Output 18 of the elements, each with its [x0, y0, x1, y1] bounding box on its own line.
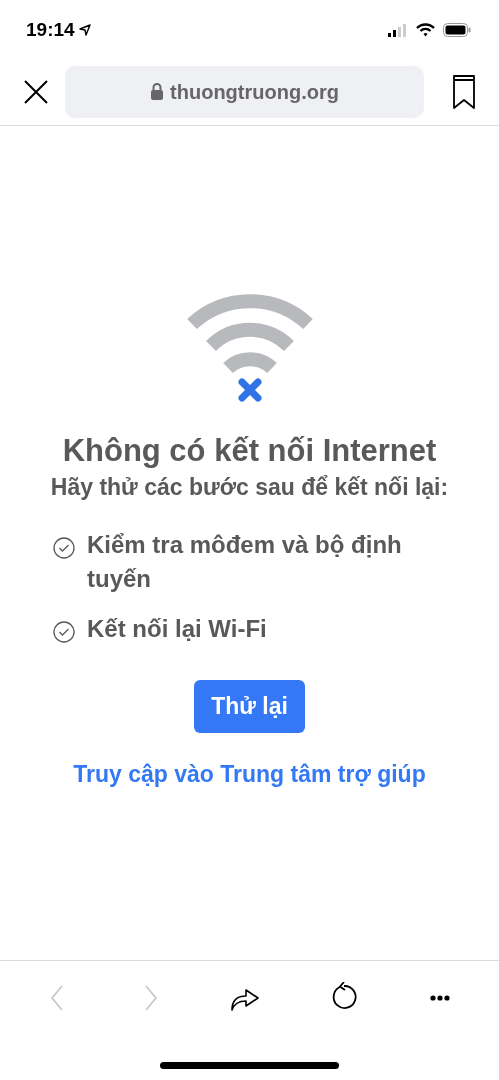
battery-icon: [443, 23, 471, 37]
step-text: Kiểm tra môđem và bộ định tuyến: [87, 530, 403, 594]
check-circle-icon: [53, 537, 75, 559]
wifi-icon: [416, 23, 435, 37]
help-center-link[interactable]: Truy cập vào Trung tâm trợ giúp: [73, 757, 426, 792]
lock-icon: [150, 83, 165, 100]
location-arrow-icon: [78, 24, 91, 36]
error-subtitle: Hãy thử các bước sau để kết nối lại:: [49, 473, 450, 502]
status-time: 19:14: [26, 17, 75, 42]
cellular-signal-icon: [388, 23, 408, 37]
close-icon[interactable]: [24, 79, 48, 104]
retry-button[interactable]: Thử lại: [194, 680, 305, 733]
check-circle-icon: [53, 621, 75, 643]
step-text: Kết nối lại Wi-Fi: [87, 614, 267, 644]
bookmark-icon[interactable]: [453, 74, 475, 109]
url-text: thuongtruong.org: [170, 79, 339, 105]
error-title: Không có kết nối Internet: [62, 432, 437, 470]
address-bar[interactable]: thuongtruong.org: [65, 65, 424, 118]
